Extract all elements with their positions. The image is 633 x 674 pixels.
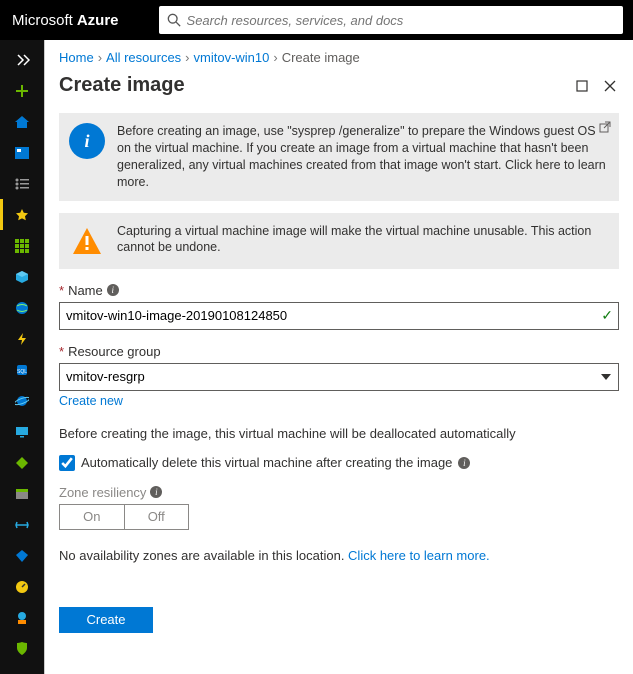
nav-expand[interactable] — [0, 44, 44, 75]
close-button[interactable] — [601, 77, 619, 95]
nav-advisor[interactable] — [0, 602, 44, 633]
svg-text:SQL: SQL — [17, 369, 27, 375]
nav-favorites[interactable] — [0, 199, 44, 230]
search-input[interactable] — [187, 13, 615, 28]
auto-delete-checkbox[interactable] — [59, 455, 75, 471]
nav-create[interactable] — [0, 75, 44, 106]
zone-toggle: On Off — [59, 504, 189, 530]
nav-cosmos[interactable] — [0, 385, 44, 416]
list-icon — [15, 178, 29, 190]
bolt-icon — [15, 332, 29, 346]
required-indicator: * — [59, 344, 64, 359]
aad-icon — [15, 549, 29, 563]
nav-loadbalancer[interactable] — [0, 447, 44, 478]
crumb-vm[interactable]: vmitov-win10 — [194, 50, 270, 65]
storage-icon — [15, 488, 29, 500]
nav-home[interactable] — [0, 106, 44, 137]
blade-header: Create image — [45, 74, 633, 107]
nav-dashboard[interactable] — [0, 137, 44, 168]
chevron-right-icon: › — [273, 50, 277, 65]
maximize-button[interactable] — [573, 77, 591, 95]
zone-field: Zone resiliency i On Off — [59, 485, 619, 530]
left-nav: SQL — [0, 40, 44, 674]
dashboard-icon — [15, 147, 29, 159]
advisor-icon — [15, 611, 29, 625]
zone-on[interactable]: On — [60, 505, 125, 529]
name-input[interactable] — [59, 302, 619, 330]
vnet-icon — [15, 520, 29, 530]
info-tooltip-icon[interactable]: i — [150, 486, 162, 498]
main-area: Home › All resources › vmitov-win10 › Cr… — [44, 40, 633, 674]
brand-word2: Azure — [77, 12, 119, 29]
grid-icon — [15, 239, 29, 253]
chevron-right-icon: › — [98, 50, 102, 65]
rg-select[interactable]: vmitov-resgrp — [59, 363, 619, 391]
home-icon — [14, 115, 30, 129]
nav-monitor[interactable] — [0, 571, 44, 602]
diamond-icon — [15, 456, 29, 470]
chevron-right-icon: › — [185, 50, 189, 65]
nav-functions[interactable] — [0, 323, 44, 354]
warning-banner-text: Capturing a virtual machine image will m… — [117, 223, 609, 259]
auto-delete-row[interactable]: Automatically delete this virtual machin… — [59, 455, 619, 471]
create-new-link[interactable]: Create new — [59, 394, 123, 408]
external-link-icon[interactable] — [599, 121, 611, 136]
breadcrumb: Home › All resources › vmitov-win10 › Cr… — [45, 40, 633, 74]
nav-vm[interactable] — [0, 416, 44, 447]
globe-icon — [15, 301, 29, 315]
availability-text: No availability zones are available in t… — [59, 548, 619, 563]
nav-allresources[interactable] — [0, 168, 44, 199]
maximize-icon — [576, 80, 588, 92]
search-icon — [167, 13, 181, 27]
brand: Microsoft Azure — [12, 12, 119, 29]
gauge-icon — [15, 580, 29, 594]
planet-icon — [15, 394, 29, 408]
cube-icon — [15, 270, 29, 284]
zone-off[interactable]: Off — [125, 505, 189, 529]
create-button[interactable]: Create — [59, 607, 153, 633]
name-label: Name — [68, 283, 103, 298]
brand-word1: Microsoft — [12, 12, 73, 29]
info-banner[interactable]: i Before creating an image, use "sysprep… — [59, 113, 619, 201]
nav-storage[interactable] — [0, 478, 44, 509]
learn-more-link[interactable]: Click here to learn more. — [348, 548, 490, 563]
shield-icon — [16, 642, 28, 656]
nav-appservices[interactable] — [0, 261, 44, 292]
zone-label: Zone resiliency — [59, 485, 146, 500]
info-tooltip-icon[interactable]: i — [458, 457, 470, 469]
crumb-current: Create image — [282, 50, 360, 65]
info-tooltip-icon[interactable]: i — [107, 284, 119, 296]
warning-banner: Capturing a virtual machine image will m… — [59, 213, 619, 269]
rg-label: Resource group — [68, 344, 161, 359]
required-indicator: * — [59, 283, 64, 298]
nav-security[interactable] — [0, 633, 44, 664]
info-banner-text: Before creating an image, use "sysprep /… — [117, 123, 609, 191]
valid-check-icon: ✓ — [601, 307, 613, 324]
nav-aad[interactable] — [0, 540, 44, 571]
page-title: Create image — [59, 74, 563, 97]
nav-sql[interactable]: SQL — [0, 354, 44, 385]
name-field: * Name i ✓ — [59, 283, 619, 330]
info-icon: i — [69, 123, 105, 159]
nav-vnet[interactable] — [0, 509, 44, 540]
blade-content: i Before creating an image, use "sysprep… — [45, 107, 633, 647]
global-search[interactable] — [159, 6, 623, 34]
warning-icon — [69, 223, 105, 259]
resourcegroup-field: * Resource group vmitov-resgrp Create ne… — [59, 344, 619, 408]
sql-icon: SQL — [15, 363, 29, 377]
dealloc-text: Before creating the image, this virtual … — [59, 426, 619, 441]
top-bar: Microsoft Azure — [0, 0, 633, 40]
crumb-home[interactable]: Home — [59, 50, 94, 65]
close-icon — [604, 80, 616, 92]
crumb-allresources[interactable]: All resources — [106, 50, 181, 65]
nav-resourcegroups[interactable] — [0, 230, 44, 261]
monitor-icon — [15, 426, 29, 438]
star-icon — [15, 208, 29, 222]
auto-delete-label: Automatically delete this virtual machin… — [81, 455, 452, 470]
nav-network[interactable] — [0, 292, 44, 323]
